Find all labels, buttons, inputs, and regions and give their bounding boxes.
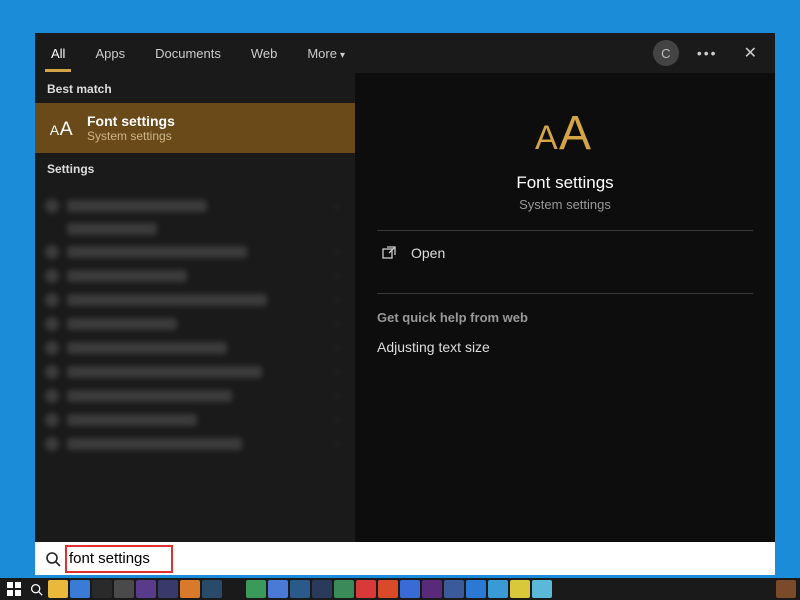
tab-web[interactable]: Web — [245, 36, 284, 71]
taskbar-app[interactable] — [312, 580, 332, 598]
taskbar-app[interactable] — [202, 580, 222, 598]
taskbar-app[interactable] — [246, 580, 266, 598]
taskbar-app[interactable] — [48, 580, 68, 598]
svg-text:A: A — [60, 118, 74, 140]
taskbar — [0, 578, 800, 600]
blurred-results: › › › › › › › › › › — [35, 183, 355, 467]
taskbar-app[interactable] — [422, 580, 442, 598]
tab-all[interactable]: All — [45, 36, 71, 71]
open-label: Open — [411, 245, 445, 261]
tab-more[interactable]: More▾ — [301, 36, 351, 71]
svg-text:A: A — [535, 119, 558, 157]
preview-pane: AA Font settings System settings Open Ge… — [355, 73, 775, 543]
search-icon — [45, 551, 61, 567]
taskbar-app[interactable] — [92, 580, 112, 598]
taskbar-app[interactable] — [224, 580, 244, 598]
settings-section-label: Settings — [35, 153, 355, 183]
taskbar-app[interactable] — [180, 580, 200, 598]
taskbar-app[interactable] — [158, 580, 178, 598]
search-input[interactable] — [69, 550, 765, 567]
best-match-item[interactable]: AA Font settings System settings — [35, 103, 355, 153]
search-bar[interactable] — [35, 542, 775, 575]
taskbar-app[interactable] — [510, 580, 530, 598]
best-match-label: Best match — [35, 73, 355, 103]
start-button[interactable] — [4, 580, 24, 598]
svg-text:A: A — [50, 122, 60, 138]
taskbar-app[interactable] — [356, 580, 376, 598]
close-button[interactable]: ✕ — [736, 39, 765, 67]
results-column: Best match AA Font settings System setti… — [35, 73, 355, 543]
more-options-icon[interactable]: ••• — [697, 45, 718, 61]
web-help-header: Get quick help from web — [377, 310, 753, 325]
taskbar-app[interactable] — [70, 580, 90, 598]
best-match-subtitle: System settings — [87, 129, 175, 143]
preview-title: Font settings — [377, 173, 753, 193]
best-match-title: Font settings — [87, 113, 175, 129]
font-icon: AA — [47, 114, 75, 142]
chevron-down-icon: ▾ — [340, 50, 345, 61]
help-link-text-size[interactable]: Adjusting text size — [377, 339, 753, 355]
taskbar-app[interactable] — [400, 580, 420, 598]
taskbar-app[interactable] — [268, 580, 288, 598]
taskbar-app[interactable] — [334, 580, 354, 598]
tab-documents[interactable]: Documents — [149, 36, 227, 71]
taskbar-app[interactable] — [290, 580, 310, 598]
taskbar-app[interactable] — [776, 580, 796, 598]
font-icon-large: AA — [525, 101, 605, 161]
taskbar-app[interactable] — [532, 580, 552, 598]
taskbar-app[interactable] — [444, 580, 464, 598]
taskbar-app[interactable] — [136, 580, 156, 598]
open-action[interactable]: Open — [377, 231, 753, 275]
user-avatar[interactable]: C — [653, 40, 679, 66]
taskbar-app[interactable] — [488, 580, 508, 598]
open-icon — [381, 245, 397, 261]
preview-subtitle: System settings — [377, 197, 753, 212]
divider — [377, 293, 753, 294]
taskbar-app[interactable] — [466, 580, 486, 598]
svg-text:A: A — [559, 107, 591, 160]
search-panel: All Apps Documents Web More▾ C ••• ✕ Bes… — [35, 33, 775, 543]
taskbar-app[interactable] — [114, 580, 134, 598]
tab-apps[interactable]: Apps — [89, 36, 131, 71]
taskbar-app[interactable] — [378, 580, 398, 598]
taskbar-search-icon[interactable] — [26, 580, 46, 598]
search-tabs: All Apps Documents Web More▾ C ••• ✕ — [35, 33, 775, 73]
